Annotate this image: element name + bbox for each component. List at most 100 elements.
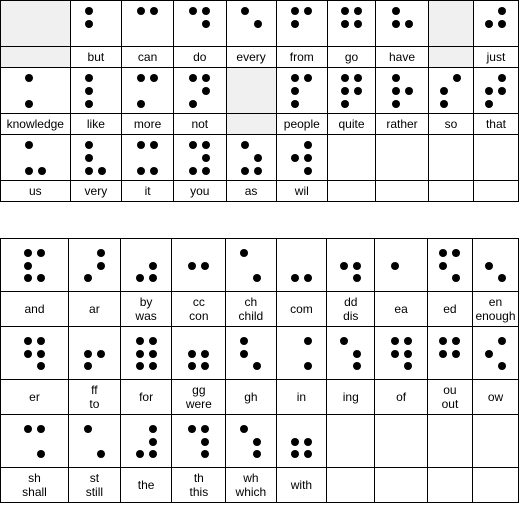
braille-glyph-cell[interactable] (68, 414, 121, 468)
braille-label-cell[interactable]: knowledge (0, 113, 71, 135)
braille-glyph-cell[interactable] (68, 238, 121, 292)
braille-glyph-cell[interactable] (121, 0, 175, 47)
braille-label-cell[interactable]: you (173, 180, 227, 202)
braille-label-cell[interactable]: do (173, 46, 227, 68)
braille-glyph-cell[interactable] (326, 238, 376, 292)
braille-label-cell[interactable]: with (275, 467, 328, 503)
braille-label-cell[interactable]: very (69, 180, 123, 202)
braille-label-cell[interactable]: quite (327, 113, 376, 135)
braille-label-cell[interactable]: from (275, 46, 329, 68)
braille-glyph-cell[interactable] (0, 414, 70, 468)
braille-label-cell[interactable]: ow (471, 379, 519, 415)
braille-label-cell[interactable]: more (121, 113, 175, 135)
braille-label-cell[interactable]: th this (171, 467, 227, 503)
braille-glyph-cell[interactable] (171, 414, 227, 468)
braille-glyph-cell[interactable] (69, 67, 123, 114)
braille-glyph-cell[interactable] (327, 0, 376, 47)
braille-label-cell[interactable]: for (119, 379, 173, 415)
braille-glyph-cell[interactable] (119, 238, 173, 292)
braille-glyph-cell[interactable] (225, 134, 277, 181)
braille-label-cell[interactable]: st still (68, 467, 121, 503)
braille-label-cell[interactable]: com (275, 291, 328, 327)
braille-label-cell[interactable]: rather (374, 113, 430, 135)
braille-label-cell[interactable]: in (275, 379, 328, 415)
braille-label-cell[interactable]: gh (225, 379, 277, 415)
braille-glyph-cell[interactable] (68, 326, 121, 380)
braille-label-cell[interactable]: and (0, 291, 70, 327)
braille-glyph-cell[interactable] (275, 238, 328, 292)
braille-glyph-cell[interactable] (275, 326, 328, 380)
braille-label-cell[interactable]: not (173, 113, 227, 135)
braille-glyph-cell[interactable] (225, 238, 277, 292)
braille-label-cell[interactable]: by was (119, 291, 173, 327)
braille-label-cell[interactable]: er (0, 379, 70, 415)
braille-glyph-cell[interactable] (171, 238, 227, 292)
braille-label-cell[interactable]: every (225, 46, 277, 68)
braille-glyph-cell[interactable] (472, 67, 519, 114)
braille-label-cell[interactable]: ou out (426, 379, 473, 415)
braille-label-cell[interactable]: wh which (225, 467, 277, 503)
braille-glyph-cell[interactable] (121, 67, 175, 114)
braille-glyph-cell[interactable] (275, 67, 329, 114)
braille-glyph-cell[interactable] (0, 326, 70, 380)
braille-label-cell[interactable]: just (472, 46, 519, 68)
braille-glyph-cell[interactable] (326, 326, 376, 380)
braille-glyph-cell[interactable] (0, 238, 70, 292)
braille-glyph-cell[interactable] (275, 414, 328, 468)
braille-glyph-cell[interactable] (173, 0, 227, 47)
braille-label-line: the (137, 478, 155, 492)
braille-label-cell[interactable]: it (121, 180, 175, 202)
braille-label-cell[interactable]: so (428, 113, 474, 135)
braille-label-cell[interactable]: dd dis (326, 291, 376, 327)
braille-label-cell[interactable]: ch child (225, 291, 277, 327)
braille-glyph-cell[interactable] (275, 134, 329, 181)
braille-label-cell[interactable]: wil (275, 180, 329, 202)
braille-label-cell[interactable]: gg were (171, 379, 227, 415)
braille-glyph-cell[interactable] (69, 134, 123, 181)
braille-glyph-cell[interactable] (69, 0, 123, 47)
braille-label-cell[interactable]: ing (326, 379, 376, 415)
braille-glyph-cell[interactable] (471, 326, 519, 380)
braille-label-cell[interactable]: as (225, 180, 277, 202)
braille-glyph-cell[interactable] (171, 326, 227, 380)
braille-label-cell[interactable]: people (275, 113, 329, 135)
braille-label-cell[interactable]: us (0, 180, 71, 202)
braille-glyph-cell[interactable] (374, 67, 430, 114)
braille-glyph-cell[interactable] (275, 0, 329, 47)
braille-label-cell[interactable]: like (69, 113, 123, 135)
braille-glyph-cell[interactable] (119, 326, 173, 380)
braille-label-cell[interactable]: that (472, 113, 519, 135)
braille-glyph-cell[interactable] (472, 0, 519, 47)
braille-glyph-cell[interactable] (426, 326, 473, 380)
braille-glyph-cell[interactable] (426, 238, 473, 292)
braille-glyph-cell[interactable] (119, 414, 173, 468)
braille-label-cell[interactable]: of (374, 379, 428, 415)
braille-label-cell[interactable]: but (69, 46, 123, 68)
braille-glyph-cell[interactable] (374, 0, 430, 47)
braille-glyph-cell[interactable] (173, 134, 227, 181)
braille-dot-grid (288, 334, 314, 372)
braille-glyph-cell[interactable] (121, 134, 175, 181)
braille-glyph-cell[interactable] (0, 134, 71, 181)
braille-glyph-cell[interactable] (374, 238, 428, 292)
braille-label-cell[interactable]: ff to (68, 379, 121, 415)
braille-glyph-cell[interactable] (225, 326, 277, 380)
braille-label-cell[interactable]: en enough (471, 291, 519, 327)
braille-label-cell[interactable]: have (374, 46, 430, 68)
braille-glyph-cell[interactable] (327, 67, 376, 114)
braille-glyph-cell[interactable] (428, 67, 474, 114)
braille-label-cell[interactable]: cc con (171, 291, 227, 327)
braille-label-cell[interactable]: ar (68, 291, 121, 327)
braille-label-cell[interactable]: ea (374, 291, 428, 327)
braille-glyph-cell[interactable] (374, 326, 428, 380)
braille-label-cell[interactable]: go (327, 46, 376, 68)
braille-label-cell[interactable]: can (121, 46, 175, 68)
braille-label-cell[interactable]: ed (426, 291, 473, 327)
braille-glyph-cell[interactable] (0, 67, 71, 114)
braille-glyph-cell[interactable] (471, 238, 519, 292)
braille-label-cell[interactable]: the (119, 467, 173, 503)
braille-glyph-cell[interactable] (225, 414, 277, 468)
braille-glyph-cell[interactable] (173, 67, 227, 114)
braille-glyph-cell[interactable] (225, 0, 277, 47)
braille-label-cell[interactable]: sh shall (0, 467, 70, 503)
